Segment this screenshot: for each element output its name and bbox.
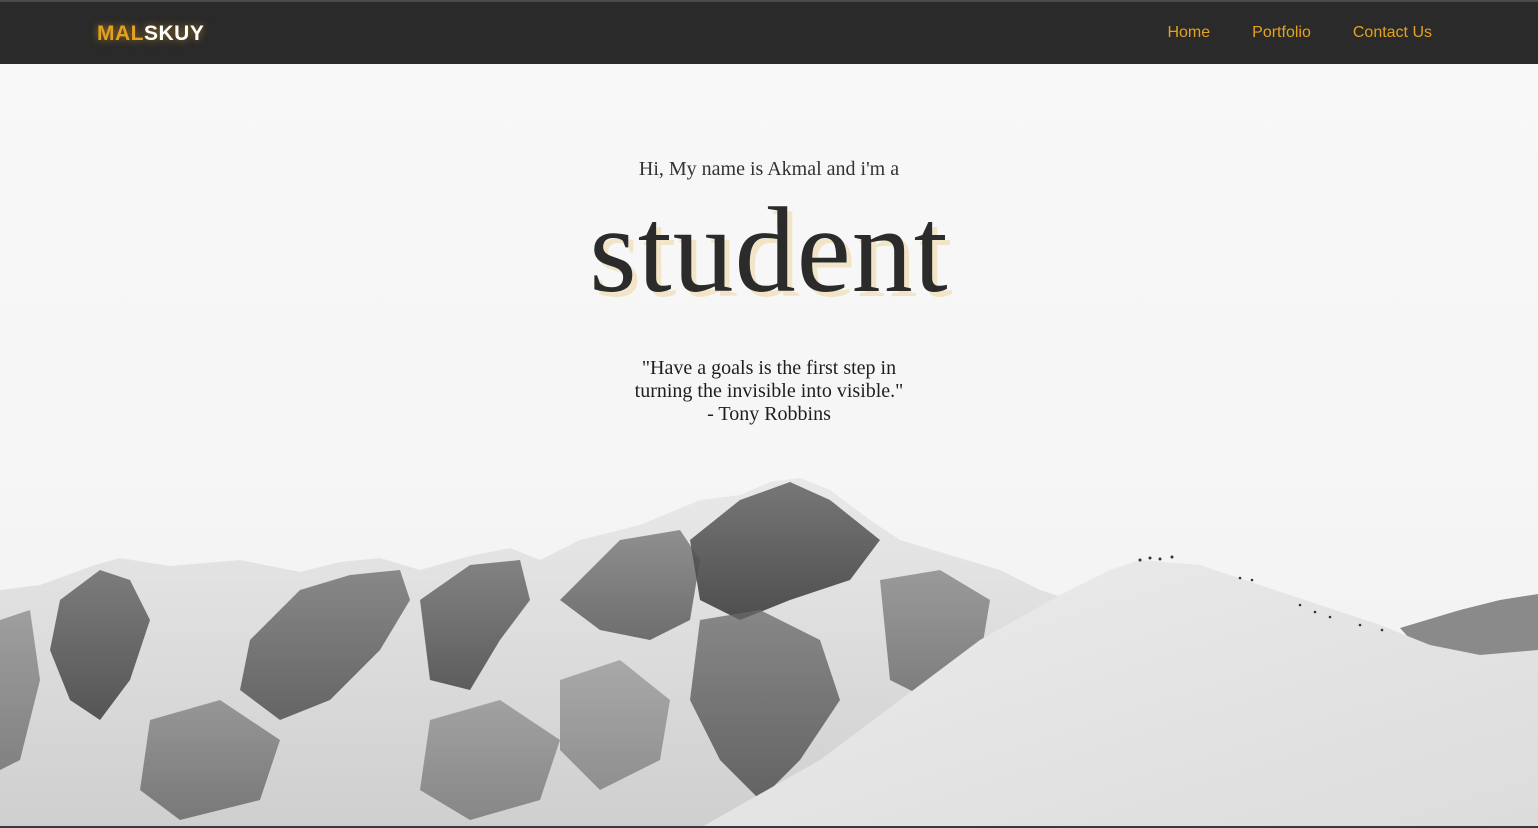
page: MALSKUY Home Portfolio Contact Us Hi, My… xyxy=(0,0,1538,828)
nav-link-portfolio[interactable]: Portfolio xyxy=(1252,24,1311,42)
nav-link-contact-us[interactable]: Contact Us xyxy=(1353,24,1432,42)
logo-text-mal: MAL xyxy=(97,22,144,45)
logo-text-skuy: SKUY xyxy=(144,22,205,45)
hero-quote: "Have a goals is the first step in turni… xyxy=(0,357,1538,426)
hero-intro-text: Hi, My name is Akmal and i'm a xyxy=(638,158,900,180)
nav-links: Home Portfolio Contact Us xyxy=(1167,24,1432,42)
site-logo[interactable]: MALSKUY xyxy=(97,22,204,46)
nav-link-home[interactable]: Home xyxy=(1167,24,1210,42)
hero-role-text: student xyxy=(589,183,949,318)
quote-line-1: "Have a goals is the first step in xyxy=(641,357,897,379)
navbar: MALSKUY Home Portfolio Contact Us xyxy=(0,0,1538,64)
quote-author: - Tony Robbins xyxy=(707,403,831,425)
quote-line-2: turning the invisible into visible." xyxy=(634,380,904,402)
